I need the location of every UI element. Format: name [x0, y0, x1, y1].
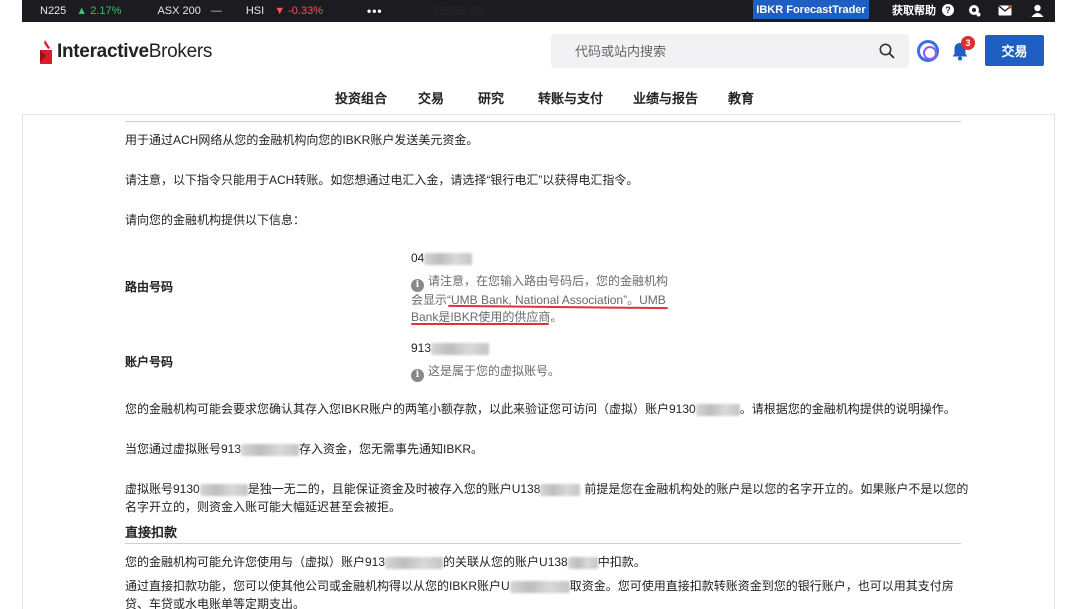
ticker-item-n225[interactable]: N225 51307.65 ▲ 2.17% — [40, 4, 483, 18]
routing-number-value: 04 — [411, 251, 473, 265]
account-number-label: 账户号码 — [125, 355, 174, 369]
ticker-value: 26346.14 — [433, 4, 484, 18]
header-divider — [22, 114, 1055, 115]
market-ticker-bar: N225 51307.65 ▲ 2.17% ASX 200 C9055.64 —… — [22, 0, 1055, 22]
virtual-account-text: 虚拟账号9130 是独一无二的，且能保证资金及时被存入您的账户U138 前提是您在金… — [125, 482, 969, 496]
provide-info-text: 请向您的金融机构提供以下信息： — [125, 213, 306, 227]
account-number-value: 913 — [411, 341, 490, 355]
redacted-value — [431, 342, 490, 355]
logo-mark-icon — [40, 40, 52, 64]
ticker-item-hsi[interactable]: HSI 26346.14 ▼ -0.33% — [245, 4, 483, 18]
main-nav: 投资组合 交易 研究 转账与支付 业绩与报告 教育 — [0, 88, 1080, 108]
info-icon: i — [411, 369, 424, 382]
micro-deposit-text: 您的金融机构可能会要求您确认其存入您IBKR账户的两笔小额存款，以此来验证您可访… — [125, 402, 956, 416]
nav-item-performance-reports[interactable]: 业绩与报告 — [633, 88, 698, 107]
help-button[interactable]: 获取帮助 ? — [892, 0, 954, 19]
notification-badge: 3 — [961, 36, 975, 50]
content-divider-top — [125, 121, 961, 122]
help-icon: ? — [942, 3, 954, 16]
chat-icon[interactable] — [966, 2, 982, 18]
content-frame-right — [1054, 114, 1055, 609]
redacted-value — [509, 580, 570, 593]
redacted-value — [540, 483, 581, 496]
ticker-item-asx200[interactable]: ASX 200 C9055.64 — — [157, 4, 485, 18]
search-input[interactable] — [575, 43, 855, 59]
nav-item-portfolio[interactable]: 投资组合 — [335, 88, 387, 107]
direct-debit-text-1: 您的金融机构可能允许您使用与（虚拟）账户913 的关联从您的账户U138 中扣款。 — [125, 555, 646, 569]
direct-debit-text-3: 贷、车贷或水电账单等定期支出。 — [125, 597, 306, 609]
virtual-account-text-cont: 名字开立的，则资金入账可能大幅延迟甚至会被拒。 — [125, 500, 402, 514]
intro-text: 用于通过ACH网络从您的金融机构向您的IBKR账户发送美元资金。 — [125, 133, 479, 147]
ticker-change: ▲ 2.17% — [76, 5, 122, 17]
nav-item-trade[interactable]: 交易 — [418, 88, 444, 107]
ticker-name: ASX 200 — [157, 5, 201, 17]
redacted-value — [199, 483, 248, 496]
content-frame-left — [22, 114, 23, 609]
direct-debit-text-2: 通过直接扣款功能，您可以使其他公司或金融机构得以从您的IBKR账户U 取资金。您可… — [125, 579, 954, 593]
trade-button[interactable]: 交易 — [985, 35, 1044, 66]
logo-text: InteractiveBrokers — [57, 41, 213, 62]
search-box[interactable] — [551, 34, 909, 68]
no-notice-text: 当您通过虚拟账号913 存入资金，您无需事先通知IBKR。 — [125, 442, 484, 456]
info-icon: i — [411, 279, 424, 292]
routing-number-note: i 请注意，在您输入路由号码后，您的金融机构 会显示“UMB Bank, Nati… — [411, 274, 669, 324]
help-label: 获取帮助 — [892, 4, 936, 17]
mail-icon[interactable] — [997, 2, 1013, 18]
redacted-value — [567, 556, 598, 569]
section-divider — [125, 543, 961, 544]
routing-number-label: 路由号码 — [125, 280, 174, 294]
assistant-icon[interactable] — [917, 40, 939, 62]
nav-item-transfer-pay[interactable]: 转账与支付 — [538, 88, 603, 107]
ach-notice-text: 请注意，以下指令只能用于ACH转账。如您想通过电汇入金，请选择“银行电汇”以获得… — [125, 173, 639, 187]
nav-item-education[interactable]: 教育 — [728, 88, 754, 107]
account-number-note: i 这是属于您的虚拟账号。 — [411, 363, 560, 382]
redacted-value — [695, 403, 740, 416]
redacted-value — [424, 252, 473, 265]
more-ticker-button[interactable]: ••• — [367, 4, 383, 18]
user-icon[interactable] — [1029, 2, 1045, 18]
forecast-trader-button[interactable]: IBKR ForecastTrader — [753, 0, 869, 19]
red-underline-annotation — [411, 323, 549, 325]
ticker-change: — — [210, 5, 222, 17]
direct-debit-heading: 直接扣款 — [125, 525, 178, 540]
search-icon[interactable] — [879, 43, 895, 59]
ticker-name: HSI — [245, 5, 265, 17]
ib-logo[interactable]: InteractiveBrokers — [38, 37, 212, 67]
redacted-value — [385, 556, 444, 569]
ticker-name: N225 — [40, 5, 67, 17]
nav-item-research[interactable]: 研究 — [478, 88, 504, 107]
redacted-value — [241, 443, 300, 456]
ticker-change: ▼ -0.33% — [274, 5, 323, 17]
